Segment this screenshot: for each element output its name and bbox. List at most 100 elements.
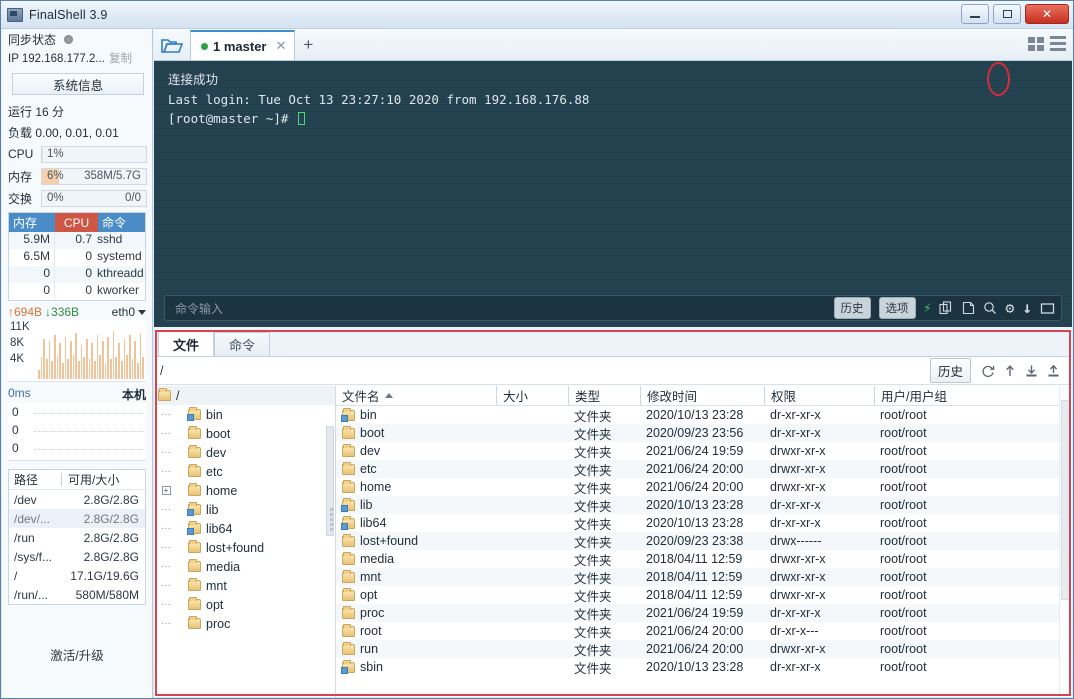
bolt-icon[interactable]: ⚡ [924, 302, 932, 315]
tab-files[interactable]: 文件 [158, 330, 215, 356]
disk-row[interactable]: /dev/... 2.8G/2.8G [9, 509, 145, 528]
file-row[interactable]: etc 文件夹 2021/06/24 20:00 drwxr-xr-x root/roo… [336, 460, 1072, 478]
open-folder-button[interactable] [154, 30, 190, 60]
file-row[interactable]: home 文件夹 2021/06/24 20:00 drwxr-xr-x root/ro… [336, 478, 1072, 496]
tree-item--[interactable]: / [154, 386, 335, 405]
process-col-cmd[interactable]: 命令 [98, 213, 145, 232]
close-tab-icon[interactable]: ✕ [275, 38, 286, 54]
file-row[interactable]: lib64 文件夹 2020/10/13 23:28 dr-xr-xr-x root/r… [336, 514, 1072, 532]
tree-item-proc[interactable]: ··· proc [154, 614, 335, 633]
scroll-down-icon[interactable]: ↓ [1022, 300, 1032, 316]
tree-item-dev[interactable]: ··· dev [154, 443, 335, 462]
file-row[interactable]: dev 文件夹 2021/06/24 19:59 drwxr-xr-x root/roo… [336, 442, 1072, 460]
file-row[interactable]: sbin 文件夹 2020/10/13 23:28 dr-xr-xr-x root/ro… [336, 658, 1072, 676]
new-tab-button[interactable]: + [295, 30, 321, 60]
file-row[interactable]: lost+found 文件夹 2020/09/23 23:38 drwx------ r… [336, 532, 1072, 550]
tree-item-lost-found[interactable]: ··· lost+found [154, 538, 335, 557]
folder-icon [341, 498, 355, 512]
file-permissions: drwx------ [770, 534, 822, 548]
file-row[interactable]: proc 文件夹 2021/06/24 19:59 dr-xr-xr-x root/ro… [336, 604, 1072, 622]
tree-item-etc[interactable]: ··· etc [154, 462, 335, 481]
file-list-scrollbar-thumb[interactable] [1061, 400, 1070, 600]
maximize-button[interactable] [993, 4, 1021, 24]
view-controls [1028, 36, 1066, 51]
disk-col-size[interactable]: 可用/大小 [62, 471, 119, 488]
ip-row: IP 192.168.177.2... 复制 [2, 50, 152, 70]
expand-icon[interactable]: + [158, 486, 174, 495]
tree-item-media[interactable]: ··· media [154, 557, 335, 576]
tree-item-lib[interactable]: ··· lib [154, 500, 335, 519]
command-input-bar[interactable]: 命令输入 历史 选项 ⚡ ⚙ ↓ [164, 295, 1062, 321]
network-interface-selector[interactable]: eth0 [112, 305, 146, 319]
process-col-cpu[interactable]: CPU [55, 213, 98, 232]
terminal-output[interactable]: 连接成功 Last login: Tue Oct 13 23:27:10 2020… [154, 61, 1072, 327]
disk-row[interactable]: /run/... 580M/580M [9, 585, 145, 604]
file-row[interactable]: media 文件夹 2018/04/11 12:59 drwxr-xr-x root/r… [336, 550, 1072, 568]
minimize-button[interactable] [961, 4, 989, 24]
upload-arrow-icon[interactable] [1004, 364, 1016, 378]
tree-item-bin[interactable]: ··· bin [154, 405, 335, 424]
file-row[interactable]: bin 文件夹 2020/10/13 23:28 dr-xr-xr-x root/roo… [336, 406, 1072, 424]
tree-item-home[interactable]: + home [154, 481, 335, 500]
tab-commands[interactable]: 命令 [214, 332, 271, 356]
process-row[interactable]: 0 0 kthreadd [9, 266, 145, 283]
disk-col-path[interactable]: 路径 [9, 471, 61, 488]
grid-view-icon[interactable] [1028, 36, 1044, 51]
file-modified: 2020/09/23 23:38 [646, 534, 744, 548]
history-button[interactable]: 历史 [833, 297, 871, 319]
col-header-permissions[interactable]: 权限 [764, 386, 874, 405]
network-bar [112, 331, 115, 379]
tree-splitter-handle[interactable] [330, 506, 335, 546]
terminal-tab-bar: 1 master ✕ + [154, 29, 1072, 61]
gear-icon[interactable]: ⚙ [1005, 300, 1014, 316]
upload-icon[interactable] [1047, 364, 1060, 378]
copy-ip-button[interactable]: 复制 [109, 50, 132, 66]
refresh-icon[interactable] [980, 364, 995, 378]
process-row[interactable]: 5.9M 0.7 sshd [9, 232, 145, 249]
file-row[interactable]: boot 文件夹 2020/09/23 23:56 dr-xr-xr-x root/ro… [336, 424, 1072, 442]
col-header-size[interactable]: 大小 [496, 386, 568, 405]
folder-icon [341, 408, 355, 422]
col-header-type[interactable]: 类型 [568, 386, 640, 405]
file-list-scrollbar[interactable] [1059, 386, 1072, 697]
terminal-tab-master[interactable]: 1 master ✕ [190, 30, 296, 60]
col-header-owner[interactable]: 用户/用户组 [874, 386, 994, 405]
col-header-filename[interactable]: 文件名 [336, 386, 496, 405]
process-row[interactable]: 0 0 kworker [9, 283, 145, 300]
disk-row[interactable]: /sys/f... 2.8G/2.8G [9, 547, 145, 566]
file-owner: root/root [880, 570, 927, 584]
fullscreen-icon[interactable] [1040, 302, 1055, 315]
col-header-modified[interactable]: 修改时间 [640, 386, 764, 405]
file-permissions: dr-xr-xr-x [770, 660, 821, 674]
file-row[interactable]: lib 文件夹 2020/10/13 23:28 dr-xr-xr-x root/roo… [336, 496, 1072, 514]
list-view-icon[interactable] [1050, 36, 1066, 51]
activate-upgrade-link[interactable]: 激活/升级 [2, 645, 152, 664]
file-row[interactable]: opt 文件夹 2018/04/11 12:59 drwxr-xr-x root/roo… [336, 586, 1072, 604]
file-row[interactable]: run 文件夹 2021/06/24 20:00 drwxr-xr-x root/roo… [336, 640, 1072, 658]
copy-icon[interactable] [939, 301, 953, 315]
process-row[interactable]: 6.5M 0 systemd [9, 249, 145, 266]
download-icon[interactable] [1025, 364, 1038, 378]
disk-row[interactable]: /dev 2.8G/2.8G [9, 490, 145, 509]
directory-tree[interactable]: / ··· bin ··· boot ··· dev ··· etc + home ··· lib ···… [154, 386, 336, 697]
folder-icon [342, 480, 355, 493]
network-bar [120, 361, 123, 379]
disk-row[interactable]: / 17.1G/19.6G [9, 566, 145, 585]
process-col-mem[interactable]: 内存 [9, 213, 55, 232]
tree-item-lib64[interactable]: ··· lib64 [154, 519, 335, 538]
search-icon[interactable] [983, 301, 997, 315]
file-row[interactable]: root 文件夹 2021/06/24 20:00 dr-xr-x--- root/ro… [336, 622, 1072, 640]
tree-item-opt[interactable]: ··· opt [154, 595, 335, 614]
system-info-button[interactable]: 系统信息 [12, 73, 144, 95]
tree-item-mnt[interactable]: ··· mnt [154, 576, 335, 595]
path-input[interactable]: / [154, 364, 930, 378]
options-button[interactable]: 选项 [878, 297, 916, 319]
tree-item-boot[interactable]: ··· boot [154, 424, 335, 443]
file-row[interactable]: mnt 文件夹 2018/04/11 12:59 drwxr-xr-x root/roo… [336, 568, 1072, 586]
disk-row[interactable]: /run 2.8G/2.8G [9, 528, 145, 547]
file-history-button[interactable]: 历史 [929, 358, 971, 383]
paste-icon[interactable] [961, 301, 975, 315]
close-button[interactable]: ✕ [1025, 4, 1069, 24]
file-modified: 2020/09/23 23:56 [646, 426, 744, 440]
file-type: 文件夹 [574, 607, 612, 622]
